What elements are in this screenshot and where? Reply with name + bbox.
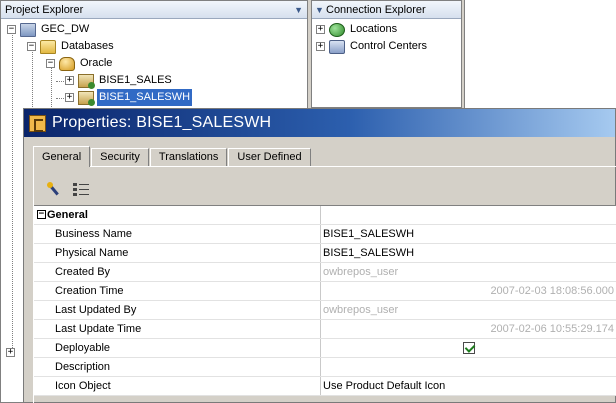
- expand-expander-icon[interactable]: +: [316, 25, 325, 34]
- property-name: Creation Time: [34, 282, 321, 300]
- tree-item-bise1-sales[interactable]: + BISE1_SALES: [65, 72, 174, 89]
- database-icon: [59, 56, 75, 71]
- property-row-description[interactable]: Description: [34, 358, 616, 377]
- properties-title-bar[interactable]: Properties: BISE1_SALESWH: [24, 109, 615, 137]
- section-value-empty: [321, 206, 616, 224]
- collapse-expander-icon[interactable]: −: [7, 25, 16, 34]
- deployable-checkbox[interactable]: [463, 342, 475, 354]
- business-name-value[interactable]: BISE1_SALESWH: [321, 225, 616, 243]
- tree-guide-line: [12, 31, 13, 356]
- icon-object-value[interactable]: Use Product Default Icon: [321, 377, 616, 395]
- property-name: Last Updated By: [34, 301, 321, 319]
- property-name: Deployable: [34, 339, 321, 357]
- property-name: Created By: [34, 263, 321, 281]
- project-explorer-title: Project Explorer: [5, 4, 84, 16]
- tree-item-label: GEC_DW: [41, 23, 90, 35]
- property-name: Icon Object: [34, 377, 321, 395]
- property-row-creation-time: Creation Time 2007-02-03 18:08:56.000: [34, 282, 616, 301]
- collapse-expander-icon[interactable]: −: [46, 59, 55, 68]
- tree-item-label-selected: BISE1_SALESWH: [97, 89, 193, 106]
- tree-item-control-centers[interactable]: + Control Centers: [316, 38, 429, 55]
- tree-guide-line: [32, 48, 33, 109]
- tree-item-locations[interactable]: + Locations: [316, 21, 399, 38]
- property-row-icon-object[interactable]: Icon Object Use Product Default Icon: [34, 377, 616, 396]
- property-row-last-update-time: Last Update Time 2007-02-06 10:55:29.174: [34, 320, 616, 339]
- control-center-icon: [329, 39, 345, 54]
- tab-translations[interactable]: Translations: [149, 148, 228, 167]
- property-row-created-by: Created By owbrepos_user: [34, 263, 616, 282]
- categorized-list-icon[interactable]: [73, 181, 89, 197]
- section-collapse-icon[interactable]: −: [37, 210, 46, 219]
- physical-name-value[interactable]: BISE1_SALESWH: [321, 244, 616, 262]
- connection-explorer-panel: ▼ Connection Explorer + Locations + Cont…: [311, 0, 462, 108]
- connection-explorer-title: Connection Explorer: [326, 4, 426, 16]
- location-icon: [329, 22, 345, 37]
- tree-item-gec-dw[interactable]: − GEC_DW: [7, 21, 91, 38]
- property-name: Physical Name: [34, 244, 321, 262]
- property-row-deployable[interactable]: Deployable: [34, 339, 616, 358]
- tree-item-databases[interactable]: − Databases: [27, 38, 116, 55]
- tree-item-label: Oracle: [80, 57, 113, 69]
- project-icon: [20, 22, 36, 37]
- tree-item-label: Databases: [61, 40, 114, 52]
- property-grid: − General Business Name BISE1_SALESWH Ph…: [34, 205, 616, 396]
- description-value[interactable]: [321, 358, 616, 376]
- section-label: General: [47, 209, 88, 221]
- properties-toolbar: [45, 179, 89, 199]
- last-update-time-value: 2007-02-06 10:55:29.174: [490, 323, 614, 335]
- expand-expander-icon[interactable]: +: [6, 348, 15, 357]
- general-tab-panel: − General Business Name BISE1_SALESWH Ph…: [33, 166, 616, 403]
- tree-item-label: Locations: [350, 23, 398, 35]
- tab-general[interactable]: General: [33, 146, 91, 167]
- properties-title: Properties: BISE1_SALESWH: [52, 114, 272, 131]
- properties-app-icon: [29, 114, 46, 132]
- last-updated-by-value: owbrepos_user: [323, 304, 399, 316]
- tree-item-oracle[interactable]: − Oracle: [46, 55, 114, 72]
- property-name: Business Name: [34, 225, 321, 243]
- expand-expander-icon[interactable]: +: [65, 93, 74, 102]
- created-by-value: owbrepos_user: [323, 266, 399, 278]
- property-name: Description: [34, 358, 321, 376]
- property-row-last-updated-by: Last Updated By owbrepos_user: [34, 301, 616, 320]
- folder-icon: [40, 39, 56, 54]
- property-row-physical-name[interactable]: Physical Name BISE1_SALESWH: [34, 244, 616, 263]
- tab-user-defined[interactable]: User Defined: [228, 148, 311, 167]
- panel-menu-chevron-icon[interactable]: ▼: [294, 1, 303, 19]
- empty-workspace-area: [464, 0, 616, 108]
- tree-item-bise1-saleswh[interactable]: + BISE1_SALESWH: [65, 89, 193, 106]
- module-icon: [78, 90, 95, 106]
- properties-window: Properties: BISE1_SALESWH General Securi…: [23, 108, 616, 403]
- tab-security[interactable]: Security: [91, 148, 149, 167]
- expand-expander-icon[interactable]: +: [316, 42, 325, 51]
- tree-item-label: BISE1_SALES: [99, 74, 172, 86]
- wand-icon[interactable]: [45, 181, 61, 197]
- deployable-value: [321, 339, 616, 357]
- module-icon: [78, 73, 95, 89]
- panel-menu-chevron-icon[interactable]: ▼: [315, 1, 324, 19]
- property-name: Last Update Time: [34, 320, 321, 338]
- property-row-business-name[interactable]: Business Name BISE1_SALESWH: [34, 225, 616, 244]
- property-section-general[interactable]: − General: [34, 206, 616, 225]
- tree-item-label: Control Centers: [350, 40, 428, 52]
- connection-explorer-title-bar[interactable]: ▼ Connection Explorer: [312, 1, 461, 19]
- expand-expander-icon[interactable]: +: [65, 76, 74, 85]
- properties-tab-strip: General Security Translations User Defin…: [33, 146, 312, 167]
- collapse-expander-icon[interactable]: −: [27, 42, 36, 51]
- creation-time-value: 2007-02-03 18:08:56.000: [490, 285, 614, 297]
- project-explorer-title-bar[interactable]: Project Explorer ▼: [1, 1, 307, 19]
- section-header: − General: [34, 206, 321, 224]
